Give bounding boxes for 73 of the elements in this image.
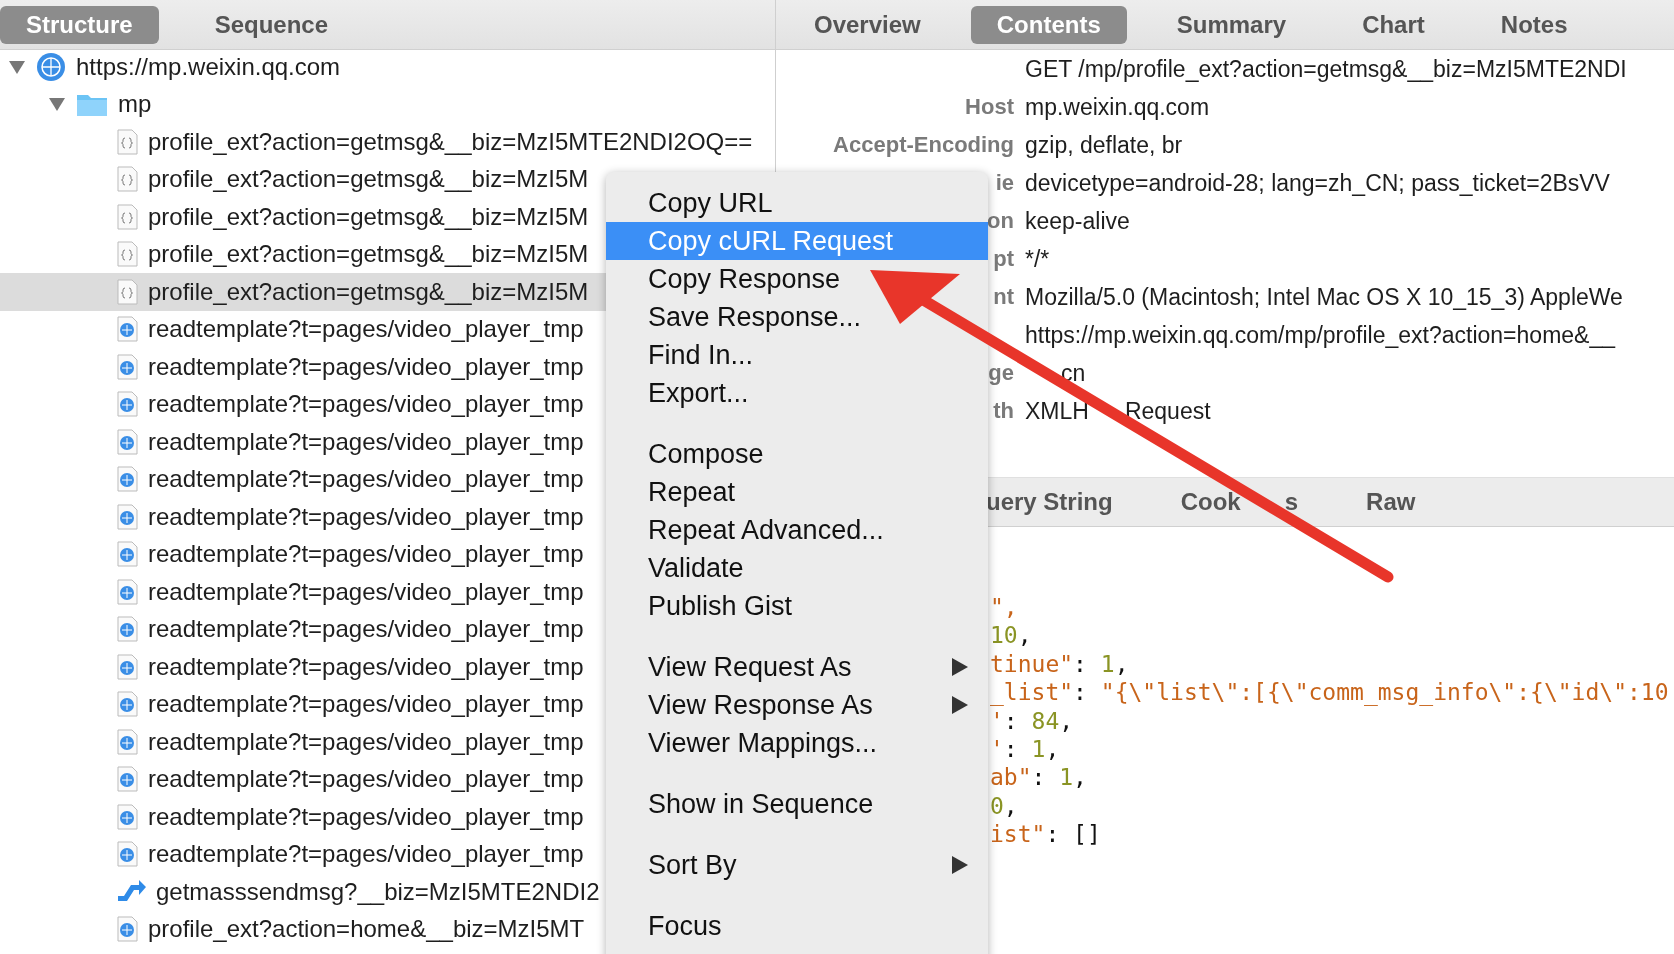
web-page-icon: [116, 316, 138, 343]
header-name: Host: [965, 94, 1014, 120]
menu-item[interactable]: Find In...: [606, 336, 988, 374]
header-name: ge: [988, 360, 1014, 386]
json-file-icon: [116, 241, 138, 268]
web-page-icon: [116, 803, 138, 830]
tab[interactable]: Cook s: [1170, 483, 1309, 521]
menu-item[interactable]: Publish Gist: [606, 587, 988, 625]
tree-item[interactable]: https://mp.weixin.qq.com: [0, 48, 775, 86]
json-file-icon: [116, 128, 138, 155]
header-value: XMLH: [1025, 397, 1089, 425]
header-value: Request: [1124, 397, 1211, 425]
header-name: on: [987, 208, 1014, 234]
web-page-icon: [116, 691, 138, 718]
header-value: mp.weixin.qq.com: [1025, 93, 1210, 121]
header-value: keep-alive: [1025, 207, 1130, 235]
web-page-icon: [116, 541, 138, 568]
web-page-icon: [116, 578, 138, 605]
menu-item[interactable]: Focus: [606, 907, 988, 945]
header-name: pt: [993, 246, 1014, 272]
globe-icon: [36, 51, 66, 82]
tab[interactable]: Raw: [1356, 483, 1426, 521]
tree-item[interactable]: profile_ext?action=getmsg&__biz=MzI5MTE2NDI2OQ==: [0, 123, 775, 161]
tab[interactable]: Notes: [1474, 5, 1594, 44]
menu-item[interactable]: Viewer Mappings...: [606, 724, 988, 762]
tree-item[interactable]: mp: [0, 85, 775, 123]
web-page-icon: [116, 616, 138, 643]
header-value: */*: [1025, 245, 1050, 273]
menu-item[interactable]: Repeat Advanced...: [606, 511, 988, 549]
menu-item[interactable]: Copy URL: [606, 184, 988, 222]
code-line: ",: [990, 593, 1018, 622]
code-line: 10,: [990, 621, 1032, 650]
web-page-icon: [116, 428, 138, 455]
code-line: _list": "{\"list\":[{\"comm_msg_info\":{\"id\":10: [990, 678, 1669, 707]
web-page-icon: [116, 653, 138, 680]
tab[interactable]: Chart: [1336, 5, 1451, 44]
menu-item[interactable]: Export...: [606, 374, 988, 412]
tab[interactable]: Sequence: [188, 5, 355, 44]
web-page-icon: [116, 728, 138, 755]
menu-item[interactable]: Validate: [606, 549, 988, 587]
header-value: GET /mp/profile_ext?action=getmsg&__biz=MzI5MTE2NDI: [1025, 55, 1627, 83]
code-line: ': 84,: [990, 706, 1074, 735]
tab[interactable]: Summary: [1150, 5, 1313, 44]
header-value: https://mp.weixin.qq.com/mp/profile_ext?action=home&__: [1025, 321, 1615, 349]
web-page-icon: [116, 503, 138, 530]
code-line: 0,: [990, 791, 1018, 821]
header-name: ie: [995, 170, 1014, 196]
code-line: ': 1,: [990, 734, 1060, 764]
header-value: Mozilla/5.0 (Macintosh; Intel Mac OS X 10_15_3) AppleWe: [1025, 283, 1623, 311]
header-name: Accept-Encoding: [833, 132, 1014, 158]
web-page-icon: [116, 916, 138, 943]
code-line: tinue": 1,: [990, 649, 1129, 679]
menu-item[interactable]: Repeat: [606, 473, 988, 511]
menu-item[interactable]: Sort By: [606, 846, 988, 884]
menu-item[interactable]: View Response As: [606, 686, 988, 724]
json-file-icon: [116, 166, 138, 193]
code-line: ab": 1,: [990, 763, 1087, 792]
web-page-icon: [116, 353, 138, 380]
menu-item[interactable]: Show in Sequence: [606, 785, 988, 823]
json-file-icon: [116, 278, 138, 305]
code-line: ist": []: [990, 820, 1101, 849]
header-name: nt: [993, 284, 1014, 310]
header-value: gzip, deflate, br: [1025, 131, 1183, 159]
json-file-icon: [116, 203, 138, 230]
web-page-icon: [116, 766, 138, 793]
header-value: devicetype=android-28; lang=zh_CN; pass_ticket=2BsVV: [1025, 169, 1610, 197]
menu-item[interactable]: Compose: [606, 435, 988, 473]
web-page-icon: [116, 466, 138, 493]
web-page-icon: [116, 391, 138, 418]
tab[interactable]: Overview: [788, 5, 947, 44]
web-page-icon: [116, 841, 138, 868]
menu-item[interactable]: View Request As: [606, 648, 988, 686]
header-name: th: [993, 398, 1014, 424]
